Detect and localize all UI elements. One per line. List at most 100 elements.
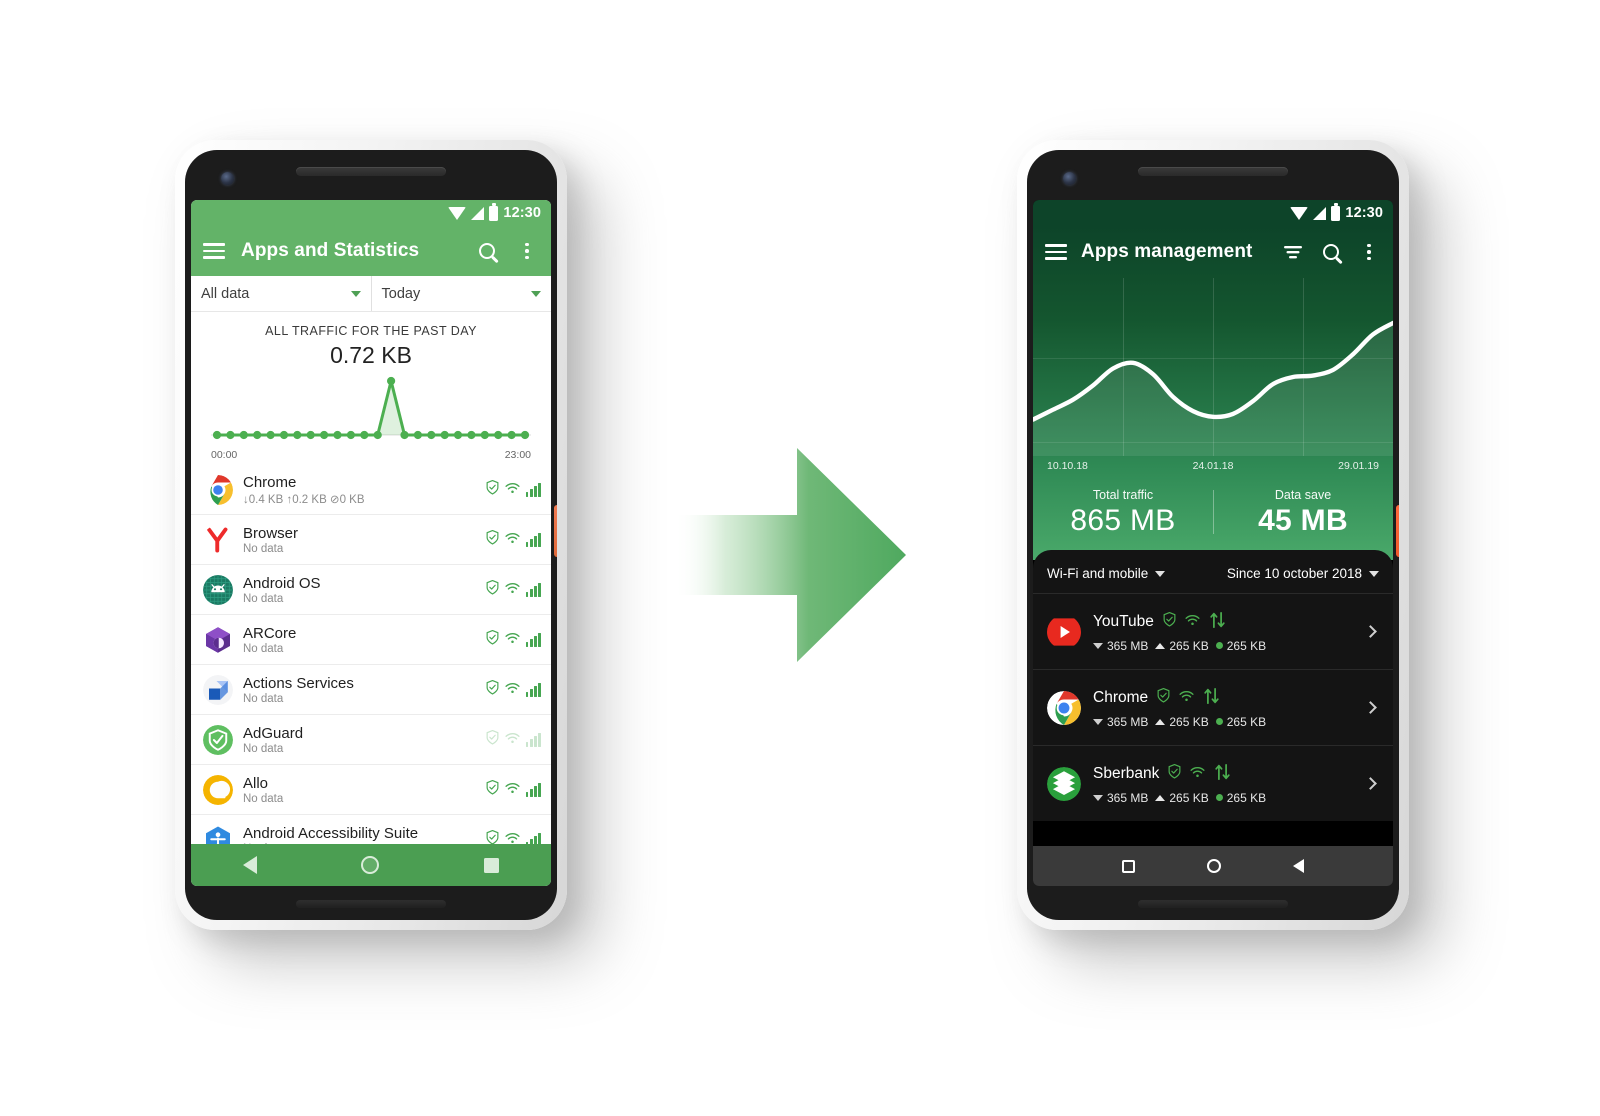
kebab-menu-icon[interactable] [1357, 240, 1381, 264]
app-info: Android OS No data [243, 575, 476, 605]
back-button[interactable] [1293, 859, 1304, 873]
app-permission-badges [486, 529, 541, 550]
date-start: 10.10.18 [1047, 460, 1088, 472]
app-title-row: YouTube [1093, 611, 1354, 634]
saved-value: 265 KB [1226, 714, 1267, 729]
app-name: YouTube [1093, 613, 1154, 630]
yandex-browser-icon [203, 525, 233, 555]
app-list-item[interactable]: Sberbank 365 MB 265 KB 265 KB [1033, 745, 1393, 821]
hero-chart-svg [1033, 320, 1393, 456]
search-icon[interactable] [1319, 240, 1343, 264]
app-list-item[interactable]: Android OS No data [191, 565, 551, 615]
shield-icon [486, 729, 499, 750]
allo-icon [203, 774, 233, 805]
power-button[interactable] [1396, 505, 1399, 557]
data-save-label: Data save [1274, 488, 1332, 502]
signal-bars-icon [525, 732, 541, 747]
home-button[interactable] [1207, 859, 1221, 873]
chevron-right-icon[interactable] [1364, 777, 1377, 790]
search-icon[interactable] [475, 239, 499, 263]
recents-button[interactable] [1122, 859, 1135, 873]
recents-button[interactable] [483, 857, 499, 873]
wifi-icon [505, 681, 520, 699]
bottom-speaker [296, 900, 446, 908]
signal-bars-icon [525, 682, 541, 697]
chevron-right-icon[interactable] [1364, 701, 1377, 714]
filter-all-data[interactable]: All data [191, 276, 371, 311]
filter-since-date[interactable]: Since 10 october 2018 [1227, 566, 1379, 581]
upload-value: 265 KB [1169, 790, 1209, 805]
sort-filter-icon[interactable] [1281, 240, 1305, 264]
left-sparkline-chart [211, 373, 531, 447]
total-traffic-label: Total traffic [1092, 488, 1154, 502]
wifi-icon [505, 631, 520, 649]
arrow-up-icon [1155, 718, 1166, 725]
app-name: Allo [243, 774, 269, 792]
app-permission-badges [486, 729, 541, 750]
app-list-item[interactable]: Actions Services No data [191, 665, 551, 715]
shield-icon [486, 479, 499, 500]
app-info: Sberbank 365 MB 265 KB 265 KB [1093, 763, 1354, 805]
app-info: Allo No data [243, 775, 476, 805]
shield-icon [486, 629, 499, 650]
actions-services-icon [203, 674, 233, 705]
app-name: Sberbank [1093, 765, 1160, 782]
app-list-item[interactable]: Browser No data [191, 515, 551, 565]
chevron-down-icon [531, 290, 541, 297]
download-value: 365 MB [1107, 790, 1149, 805]
transfer-arrows-icon [1209, 611, 1226, 634]
back-button[interactable] [243, 856, 258, 874]
saved-stat: 265 KB [1215, 791, 1266, 805]
wifi-icon [1179, 689, 1194, 707]
signal-bars-icon [525, 582, 541, 597]
chevron-down-icon [350, 290, 361, 297]
filter-network-type[interactable]: Wi-Fi and mobile [1047, 566, 1166, 581]
signal-icon [471, 206, 485, 220]
upload-stat: 265 KB [1155, 790, 1209, 805]
upload-value: 265 KB [1169, 714, 1209, 729]
upload-value: 265 KB [1169, 638, 1209, 653]
app-usage: No data [243, 592, 284, 605]
chevron-down-icon [1155, 570, 1166, 577]
filter-period[interactable]: Today [370, 276, 552, 311]
right-arrow [672, 440, 908, 670]
hero-date-axis: 10.10.18 24.01.18 29.01.19 [1033, 456, 1393, 472]
chevron-right-icon[interactable] [1364, 625, 1377, 638]
axis-end-label: 23:00 [504, 449, 531, 461]
app-name: AdGuard [243, 724, 304, 742]
app-list-item[interactable]: ARCore No data [191, 615, 551, 665]
app-info: Chrome 365 MB 265 KB 265 KB [1093, 687, 1354, 729]
kebab-menu-icon[interactable] [515, 239, 539, 263]
app-permission-badges [486, 479, 541, 500]
app-usage: No data [243, 692, 284, 705]
status-time: 12:30 [1345, 205, 1383, 221]
power-button[interactable] [554, 505, 557, 557]
wifi-icon [505, 731, 520, 749]
app-list-item[interactable]: YouTube 365 MB 265 KB 265 KB [1033, 593, 1393, 669]
home-button[interactable] [361, 856, 380, 874]
app-list-item[interactable]: Chrome 365 MB 265 KB 265 KB [1033, 669, 1393, 745]
wifi-icon [1290, 206, 1309, 220]
app-title-row: Chrome [1093, 687, 1354, 710]
app-permission-badges [486, 779, 541, 800]
left-app-list: Chrome ↓0.4 KB ↑0.2 KB ⊘0 KB Browser No dat… [191, 465, 551, 865]
earpiece-speaker [1138, 167, 1288, 176]
chart-total-value: 0.72 KB [330, 342, 412, 368]
wifi-icon [1185, 613, 1200, 631]
phone-left: 12:30 Apps and Statistics All data Today [175, 140, 567, 930]
data-save-value: 45 MB [1258, 504, 1348, 537]
app-usage-stats: 365 MB 265 KB 265 KB [1093, 791, 1354, 805]
app-list-item[interactable]: Allo No data [191, 765, 551, 815]
app-list-item[interactable]: Chrome ↓0.4 KB ↑0.2 KB ⊘0 KB [191, 465, 551, 515]
chrome-icon [1047, 690, 1081, 725]
hamburger-menu-icon[interactable] [1045, 244, 1067, 260]
app-list-item[interactable]: AdGuard No data [191, 715, 551, 765]
app-name: Browser [243, 524, 299, 542]
bottom-speaker [1138, 900, 1288, 908]
left-status-bar: 12:30 [191, 200, 551, 226]
app-permission-badges [486, 579, 541, 600]
hamburger-menu-icon[interactable] [203, 243, 225, 259]
app-usage: No data [243, 542, 284, 555]
filter-network-label: Wi-Fi and mobile [1047, 566, 1149, 581]
wifi-icon [505, 581, 520, 599]
